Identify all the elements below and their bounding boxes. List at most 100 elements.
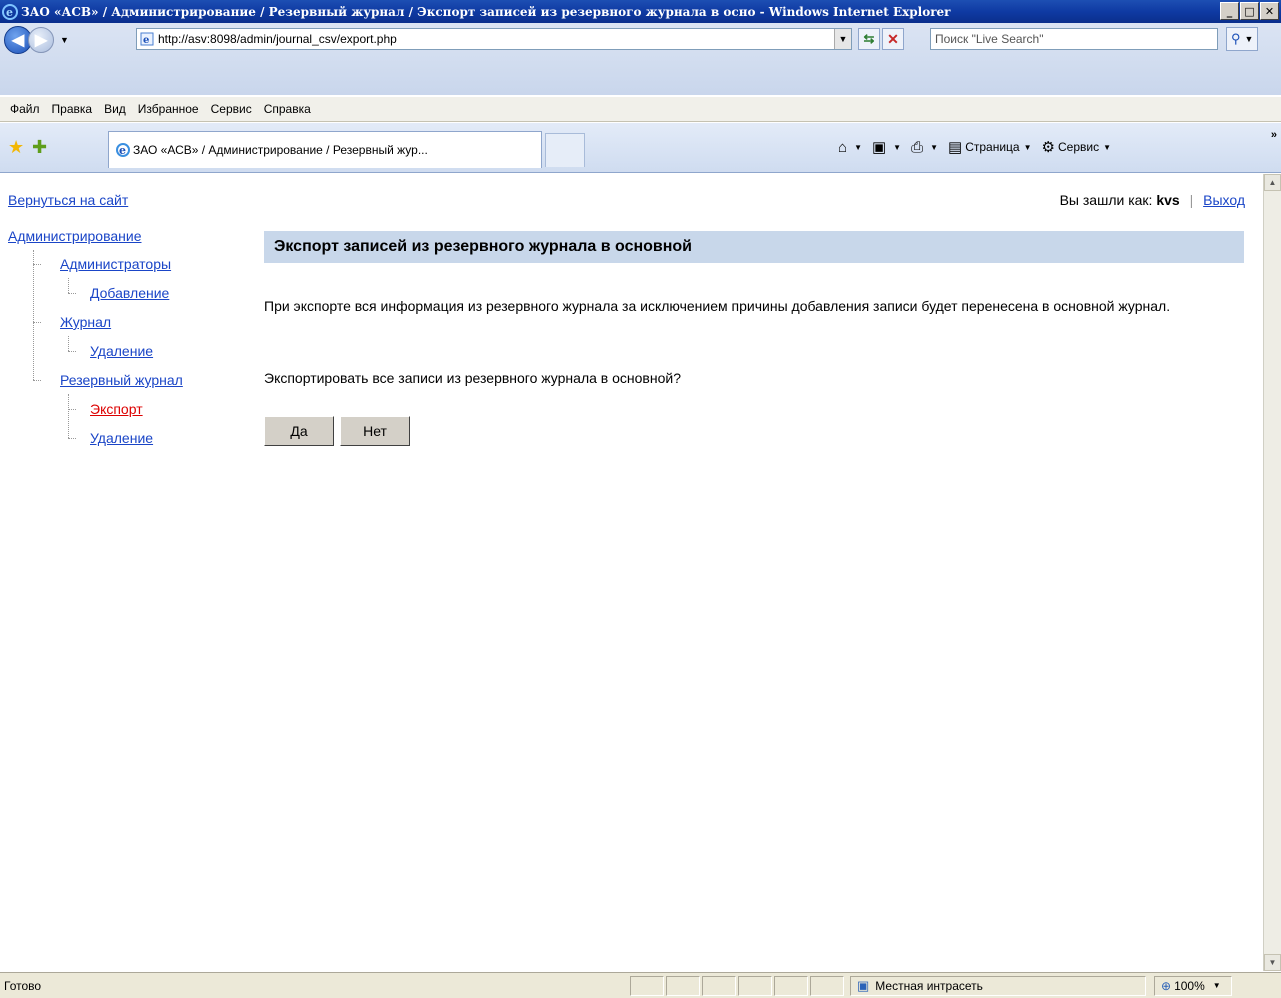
menu-bar: Файл Правка Вид Избранное Сервис Справка: [0, 97, 1281, 122]
status-text: Готово: [4, 978, 42, 993]
chevron-down-icon: ▼: [1212, 981, 1221, 990]
refresh-button[interactable]: ⇆: [858, 28, 880, 50]
tab-active[interactable]: e ЗАО «АСВ» / Администрирование / Резерв…: [108, 131, 542, 168]
zoom-icon: ⊕: [1161, 978, 1172, 993]
status-cell: [702, 975, 736, 996]
logout-link[interactable]: Выход: [1203, 192, 1245, 208]
zoom-level: 100%: [1174, 978, 1205, 993]
arrow-left-icon: ◀: [11, 32, 25, 49]
scroll-down-icon[interactable]: ▼: [1264, 954, 1281, 971]
status-cell: [630, 975, 664, 996]
printer-icon: ⎙: [911, 138, 924, 156]
tree-line: [68, 293, 76, 294]
nav-reserve-journal[interactable]: Резервный журнал: [60, 372, 183, 388]
arrow-right-icon: ▶: [34, 32, 48, 49]
nav-journal[interactable]: Журнал: [60, 314, 111, 330]
rss-icon: ▣: [871, 139, 887, 156]
tab-bar: ★ ✚ e ЗАО «АСВ» / Администрирование / Ре…: [0, 123, 1281, 173]
address-url: http://asv:8098/admin/journal_csv/export…: [158, 32, 397, 46]
chevron-more-icon[interactable]: »: [1271, 129, 1277, 141]
refresh-icon: ⇆: [863, 31, 875, 46]
status-cell: [810, 975, 844, 996]
address-dropdown-icon[interactable]: ▼: [834, 29, 851, 49]
print-button[interactable]: ⎙ ▼: [911, 139, 938, 156]
add-favorites-icon[interactable]: ✚: [32, 137, 47, 158]
feeds-button[interactable]: ▣ ▼: [872, 138, 901, 156]
nav-admins-add[interactable]: Добавление: [90, 285, 169, 301]
window-title-bar: e ЗАО «АСВ» / Администрирование / Резерв…: [0, 0, 1281, 23]
nav-journal-delete[interactable]: Удаление: [90, 343, 153, 359]
user-info: Вы зашли как: kvs | Выход: [1060, 192, 1245, 208]
search-placeholder: Поиск "Live Search": [935, 32, 1044, 46]
history-dropdown-icon[interactable]: ▼: [60, 35, 69, 45]
back-to-site-link[interactable]: Вернуться на сайт: [8, 192, 128, 208]
status-cell: [738, 975, 772, 996]
forward-button[interactable]: ▶: [28, 27, 54, 53]
tools-menu-button[interactable]: ⚙ Сервис ▼: [1042, 138, 1111, 156]
minimize-button[interactable]: _: [1220, 2, 1239, 20]
address-input[interactable]: e http://asv:8098/admin/journal_csv/expo…: [136, 28, 852, 50]
stop-icon: ✕: [887, 30, 899, 47]
window-controls: _ □ ✕: [1219, 2, 1279, 20]
tree-line: [33, 380, 41, 381]
tree-line: [68, 394, 69, 438]
tree-line: [68, 438, 76, 439]
vertical-scrollbar[interactable]: ▲ ▼: [1263, 174, 1281, 971]
close-button[interactable]: ✕: [1260, 2, 1279, 20]
nav-reserve-export[interactable]: Экспорт: [90, 401, 143, 417]
export-question: Экспортировать все записи из резервного …: [264, 370, 681, 386]
favorites-star-icon[interactable]: ★: [8, 137, 24, 158]
separator: |: [1189, 192, 1194, 208]
menu-file[interactable]: Файл: [4, 102, 46, 116]
search-dropdown-icon[interactable]: ▼: [1245, 34, 1254, 44]
menu-favorites[interactable]: Избранное: [132, 102, 205, 116]
nav-reserve-delete[interactable]: Удаление: [90, 430, 153, 446]
chevron-down-icon: ▼: [1023, 142, 1032, 152]
page-content: Вернуться на сайт Вы зашли как: kvs | Вы…: [0, 174, 1263, 971]
page-menu-label: Страница: [965, 140, 1020, 154]
no-button[interactable]: Нет: [340, 416, 410, 446]
zoom-control[interactable]: ⊕ 100% ▼: [1154, 975, 1232, 996]
stop-button[interactable]: ✕: [882, 28, 904, 50]
page-icon: ▤: [948, 139, 963, 156]
search-icon: ⚲: [1231, 31, 1241, 46]
nav-admin-root[interactable]: Администрирование: [8, 228, 142, 244]
status-cell: [774, 975, 808, 996]
nav-buttons: ◀ ▶ ▼: [4, 26, 69, 54]
new-tab-button[interactable]: [545, 133, 585, 167]
confirm-buttons: Да Нет: [264, 416, 416, 446]
tree-line: [68, 278, 69, 293]
page-title: Экспорт записей из резервного журнала в …: [264, 231, 1244, 263]
chevron-down-icon: ▼: [893, 142, 902, 152]
yes-button[interactable]: Да: [264, 416, 334, 446]
window-title: ЗАО «АСВ» / Администрирование / Резервны…: [21, 4, 951, 19]
search-input[interactable]: Поиск "Live Search": [930, 28, 1218, 50]
tree-line: [33, 264, 41, 265]
search-button[interactable]: ⚲ ▼: [1226, 27, 1258, 51]
chevron-down-icon: ▼: [854, 142, 862, 152]
gear-icon: ⚙: [1041, 139, 1055, 156]
security-zone[interactable]: ▣ Местная интрасеть: [850, 975, 1146, 996]
export-description: При экспорте вся информация из резервног…: [264, 298, 1171, 314]
home-icon: ⌂: [838, 138, 848, 156]
tree-line: [33, 250, 34, 380]
tab-title: ЗАО «АСВ» / Администрирование / Резервны…: [133, 143, 428, 157]
menu-view[interactable]: Вид: [98, 102, 132, 116]
home-button[interactable]: ⌂ ▼: [838, 139, 862, 156]
page-icon: e: [140, 32, 154, 46]
zone-label: Местная интрасеть: [875, 978, 983, 993]
maximize-button[interactable]: □: [1240, 2, 1259, 20]
menu-edit[interactable]: Правка: [46, 102, 99, 116]
command-bar: ⌂ ▼ ▣ ▼ ⎙ ▼ ▤ Страница ▼ ⚙ Сервис ▼: [838, 138, 1121, 157]
scroll-up-icon[interactable]: ▲: [1264, 174, 1281, 191]
status-cell: [666, 975, 700, 996]
menu-tools[interactable]: Сервис: [205, 102, 258, 116]
svg-text:e: e: [119, 144, 126, 157]
tools-menu-label: Сервис: [1057, 140, 1100, 154]
nav-admins[interactable]: Администраторы: [60, 256, 171, 272]
tree-line: [33, 322, 41, 323]
menu-help[interactable]: Справка: [258, 102, 317, 116]
page-menu-button[interactable]: ▤ Страница ▼: [948, 138, 1032, 156]
logged-in-label: Вы зашли как:: [1059, 192, 1153, 208]
ie-logo-icon: e: [116, 143, 130, 157]
